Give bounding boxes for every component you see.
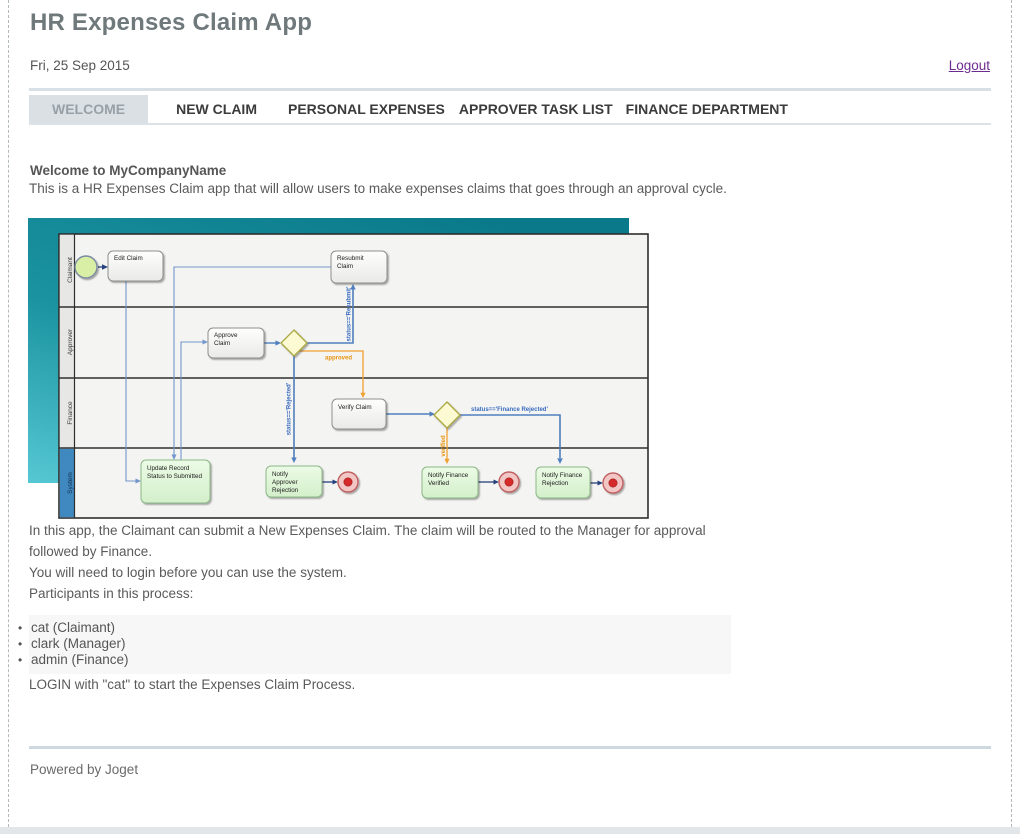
tab-new-claim[interactable]: NEW CLAIM	[176, 95, 257, 123]
welcome-heading: Welcome to MyCompanyName	[30, 163, 991, 178]
flow-label-verified: verified	[441, 435, 447, 457]
flow-label-resubmit: status=='Resubmit'	[347, 286, 353, 341]
svg-text:Edit Claim: Edit Claim	[114, 255, 143, 262]
lane-label-system: System	[67, 472, 74, 494]
list-item: cat (Claimant)	[31, 620, 731, 636]
list-item: clark (Manager)	[31, 636, 731, 652]
bpmn-diagram-image: Claimant Approver Finance System	[28, 218, 650, 520]
flow-label-rejected: status=='Rejected'	[287, 382, 293, 435]
tab-approver-task-list[interactable]: APPROVER TASK LIST	[459, 95, 613, 123]
participants-list: cat (Claimant) clark (Manager) admin (Fi…	[29, 615, 731, 674]
tab-personal-expenses[interactable]: PERSONAL EXPENSES	[288, 95, 445, 123]
powered-by-text: Powered by Joget	[30, 762, 138, 777]
lane-label-approver: Approver	[67, 328, 74, 355]
tab-welcome[interactable]: WELCOME	[29, 95, 148, 123]
tab-finance-department[interactable]: FINANCE DEPARTMENT	[626, 95, 788, 123]
page-container: HR Expenses Claim App Fri, 25 Sep 2015 L…	[8, 0, 1012, 827]
start-event	[75, 256, 97, 278]
logout-link[interactable]: Logout	[949, 58, 990, 73]
current-date: Fri, 25 Sep 2015	[30, 58, 130, 73]
date-row: Fri, 25 Sep 2015 Logout	[30, 58, 990, 73]
process-diagram: Claimant Approver Finance System	[28, 218, 650, 520]
intro-paragraph: This is a HR Expenses Claim app that wil…	[29, 178, 734, 199]
description-paragraph: In this app, the Claimant can submit a N…	[29, 520, 734, 562]
lane-label-claimant: Claimant	[67, 257, 74, 283]
main-nav: WELCOME NEW CLAIM PERSONAL EXPENSES APPR…	[29, 88, 991, 125]
footer: Powered by Joget	[29, 746, 991, 777]
page-bottom-strip	[0, 827, 1020, 834]
list-item: admin (Finance)	[31, 652, 731, 668]
flow-label-finance-rejected: status=='Finance Rejected'	[471, 407, 548, 413]
login-note: You will need to login before you can us…	[29, 562, 734, 583]
lane-label-finance: Finance	[67, 401, 74, 425]
participants-heading: Participants in this process:	[29, 583, 734, 604]
flow-label-approved: approved	[325, 356, 352, 362]
login-instruction: LOGIN with "cat" to start the Expenses C…	[29, 674, 734, 695]
page-title: HR Expenses Claim App	[30, 9, 991, 37]
svg-text:Verify Claim: Verify Claim	[338, 404, 372, 411]
